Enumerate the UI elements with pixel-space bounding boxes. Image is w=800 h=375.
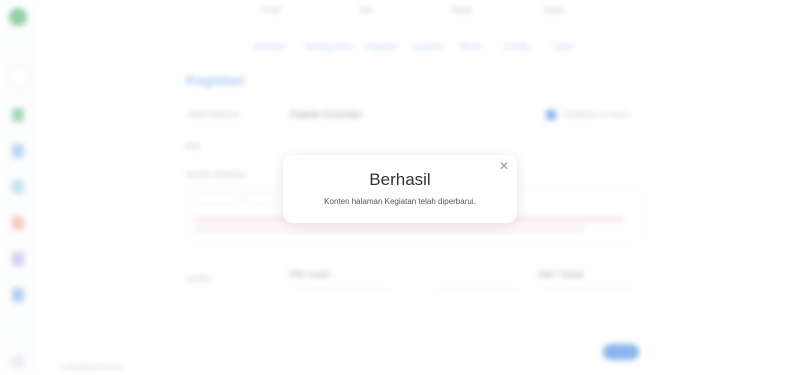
dialog-message: Konten halaman Kegiatan telah diperbarui…	[324, 197, 476, 206]
success-dialog: ✕ Berhasil Konten halaman Kegiatan telah…	[283, 155, 517, 223]
dialog-title: Berhasil	[369, 170, 431, 189]
